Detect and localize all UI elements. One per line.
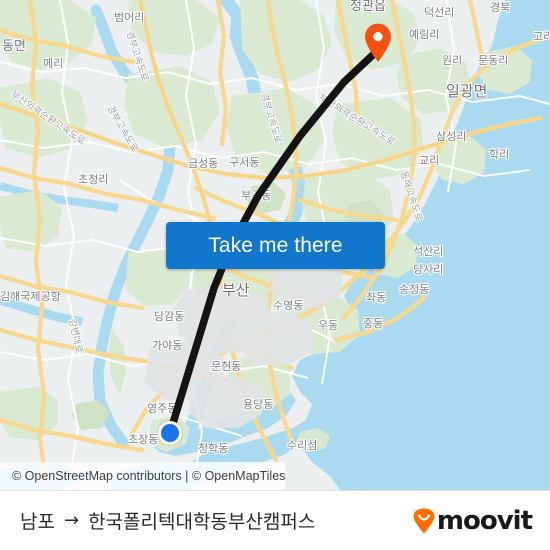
arrow-icon: → bbox=[63, 510, 80, 531]
map-canvas[interactable]: 동면 범어리 메리 경부고속도로 경부고속도로 부산외곽순환고속도로 초정리 김해국제공항 금성… bbox=[0, 0, 550, 490]
footer-bar: 남포 → 한국폴리텍대학동부산캠퍼스 moovit bbox=[0, 490, 550, 550]
origin-marker[interactable] bbox=[158, 421, 182, 445]
moovit-wordmark: moovit bbox=[436, 505, 533, 536]
destination-pin-icon[interactable] bbox=[363, 23, 393, 63]
origin-name: 남포 bbox=[20, 511, 55, 533]
destination-name: 한국폴리텍대학동부산캠퍼스 bbox=[88, 511, 316, 533]
map-attribution: © OpenStreetMap contributors | © OpenMap… bbox=[0, 462, 286, 490]
attribution-text[interactable]: © OpenStreetMap contributors | © OpenMap… bbox=[12, 469, 285, 483]
moovit-logo[interactable]: moovit bbox=[412, 505, 533, 536]
take-me-there-button[interactable]: Take me there bbox=[166, 222, 385, 269]
trip-summary: 남포 → 한국폴리텍대학동부산캠퍼스 bbox=[20, 507, 315, 534]
moovit-pin-icon bbox=[413, 508, 435, 533]
moovit-map-card: 동면 범어리 메리 경부고속도로 경부고속도로 부산외곽순환고속도로 초정리 김해국제공항 금성… bbox=[0, 0, 550, 550]
